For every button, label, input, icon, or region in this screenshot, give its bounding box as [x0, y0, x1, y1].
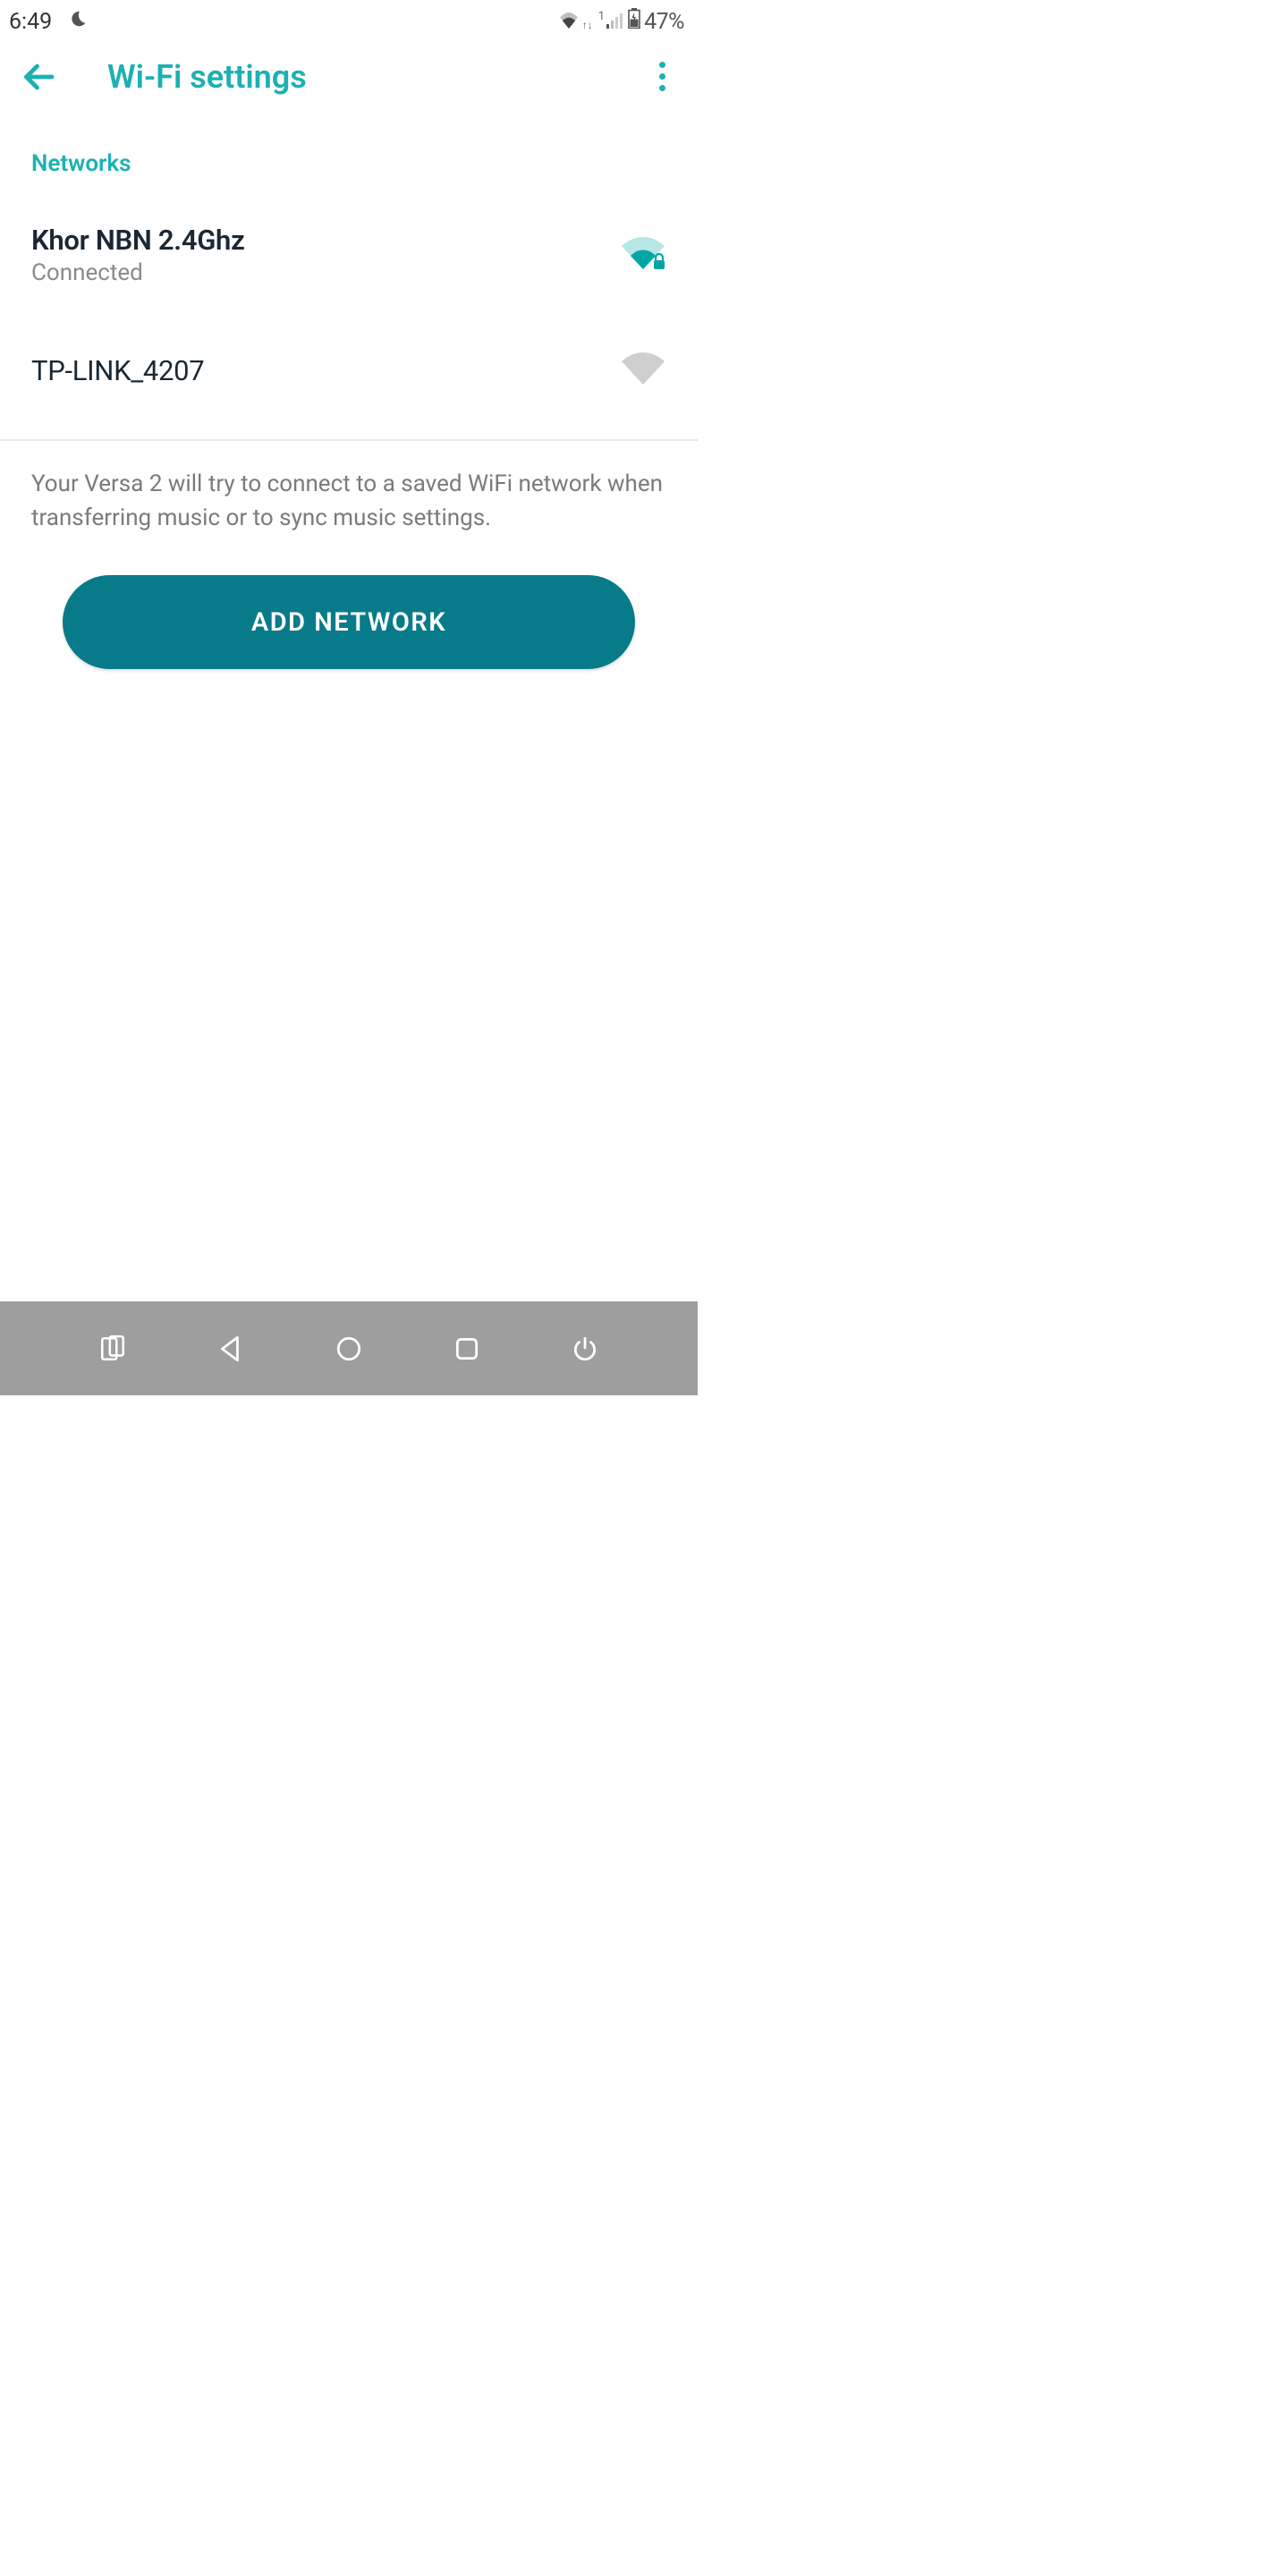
- moon-icon: [68, 9, 88, 34]
- dots-icon: [659, 62, 665, 68]
- section-header-networks: Networks: [0, 110, 698, 186]
- nav-back-icon: [216, 1335, 245, 1363]
- wifi-signal-secure-icon: [620, 237, 666, 273]
- add-network-button[interactable]: ADD NETWORK: [63, 575, 635, 669]
- network-item-connected[interactable]: Khor NBN 2.4Ghz Connected: [31, 186, 666, 324]
- network-name-label: TP-LINK_4207: [31, 354, 204, 387]
- nav-recents-left-button[interactable]: [95, 1331, 131, 1367]
- network-item[interactable]: TP-LINK_4207: [31, 324, 666, 426]
- battery-icon: [628, 8, 640, 35]
- multitask-icon: [98, 1335, 127, 1363]
- battery-pct-label: 47%: [644, 9, 684, 35]
- add-network-label: ADD NETWORK: [251, 607, 446, 638]
- clock-label: 6:49: [9, 9, 52, 35]
- back-button[interactable]: [18, 56, 58, 97]
- wifi-signal-icon: [620, 352, 666, 388]
- network-status-label: Connected: [31, 259, 244, 286]
- nav-home-button[interactable]: [331, 1331, 367, 1367]
- nav-home-icon: [335, 1335, 363, 1363]
- power-icon: [571, 1335, 599, 1363]
- page-title: Wi-Fi settings: [107, 58, 307, 96]
- nav-recents-button[interactable]: [449, 1331, 485, 1367]
- arrow-left-icon: [22, 61, 55, 93]
- system-nav-bar: [0, 1301, 698, 1395]
- nav-power-button[interactable]: [567, 1331, 603, 1367]
- cellular-icon: [606, 9, 624, 35]
- data-arrows-icon: ↑↓: [582, 19, 593, 31]
- network-name-label: Khor NBN 2.4Ghz: [31, 224, 244, 257]
- more-menu-button[interactable]: [644, 56, 680, 97]
- sim-label: 1: [598, 10, 605, 23]
- nav-recents-icon: [453, 1335, 481, 1363]
- network-list: Khor NBN 2.4Ghz Connected TP-LINK_4207: [0, 186, 698, 426]
- app-bar: Wi-Fi settings: [0, 43, 698, 110]
- nav-back-button[interactable]: [213, 1331, 249, 1367]
- wifi-status-icon: [559, 9, 579, 35]
- info-text: Your Versa 2 will try to connect to a sa…: [0, 441, 698, 562]
- status-bar: 6:49 ↑↓ 1 47%: [0, 0, 698, 43]
